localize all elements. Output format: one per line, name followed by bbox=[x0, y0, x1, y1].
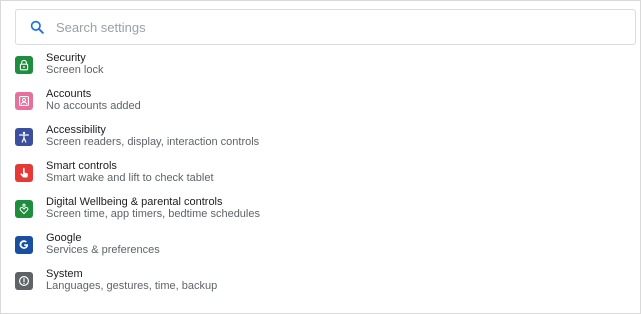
settings-item-subtitle: Services & preferences bbox=[46, 244, 160, 256]
wellbeing-icon bbox=[15, 200, 33, 218]
settings-item-subtitle: Smart wake and lift to check tablet bbox=[46, 172, 214, 184]
settings-item-title: Accessibility bbox=[46, 124, 106, 136]
settings-item-subtitle: Screen lock bbox=[46, 64, 104, 76]
settings-item-subtitle: Screen time, app timers, bedtime schedul… bbox=[46, 208, 260, 220]
settings-item-subtitle: Screen readers, display, interaction con… bbox=[46, 136, 260, 148]
settings-item-accounts[interactable]: Accounts No accounts added bbox=[15, 85, 635, 121]
settings-item-title: Security bbox=[46, 52, 86, 64]
account-icon bbox=[15, 92, 33, 110]
settings-list: Security Screen lock Accounts No account… bbox=[15, 49, 635, 301]
hand-icon bbox=[15, 164, 33, 182]
settings-item-digital-wellbeing[interactable]: Digital Wellbeing & parental controls Sc… bbox=[15, 193, 635, 229]
settings-item-google[interactable]: Google Services & preferences bbox=[15, 229, 635, 265]
settings-page: Security Screen lock Accounts No account… bbox=[0, 0, 641, 314]
settings-item-title: Smart controls bbox=[46, 160, 117, 172]
settings-item-system[interactable]: System Languages, gestures, time, backup bbox=[15, 265, 635, 301]
settings-item-title: Accounts bbox=[46, 88, 92, 100]
accessibility-icon bbox=[15, 128, 33, 146]
settings-item-subtitle: No accounts added bbox=[46, 100, 141, 112]
search-input[interactable] bbox=[56, 19, 616, 35]
info-icon bbox=[15, 272, 33, 290]
settings-item-subtitle: Languages, gestures, time, backup bbox=[46, 280, 218, 292]
search-icon bbox=[29, 19, 45, 35]
settings-item-smart-controls[interactable]: Smart controls Smart wake and lift to ch… bbox=[15, 157, 635, 193]
google-icon bbox=[15, 236, 33, 254]
settings-item-title: System bbox=[46, 268, 83, 280]
settings-item-accessibility[interactable]: Accessibility Screen readers, display, i… bbox=[15, 121, 635, 157]
settings-item-security[interactable]: Security Screen lock bbox=[15, 49, 635, 85]
search-bar[interactable] bbox=[15, 9, 636, 45]
settings-item-title: Google bbox=[46, 232, 82, 244]
settings-item-title: Digital Wellbeing & parental controls bbox=[46, 196, 223, 208]
lock-icon bbox=[15, 56, 33, 74]
